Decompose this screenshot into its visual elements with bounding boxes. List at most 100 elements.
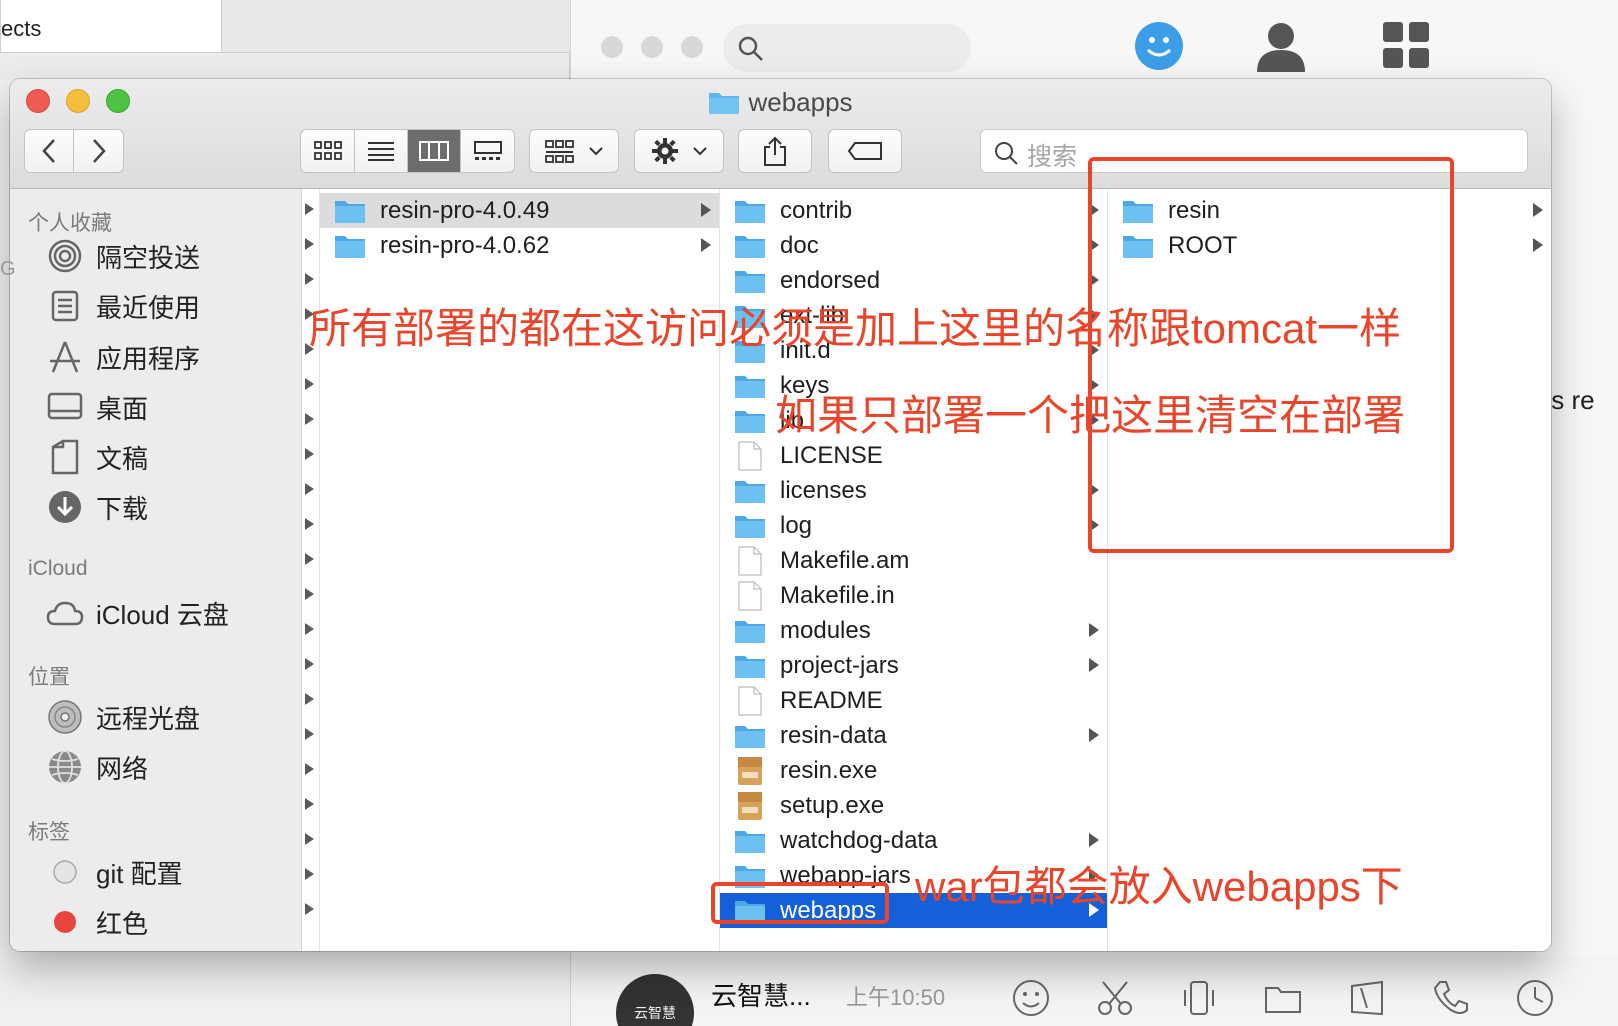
folder-icon — [734, 722, 766, 750]
col2-row-resin-exe[interactable]: resin.exe — [720, 753, 1107, 788]
sidebar-item-downloads[interactable]: 下载 — [46, 488, 148, 526]
view-switcher — [300, 129, 515, 173]
col2-row-licenses[interactable]: licenses — [720, 473, 1107, 508]
sidebar-item-tag-red[interactable]: 红色 — [46, 903, 148, 941]
folder-icon — [734, 232, 766, 260]
disclosure-arrow-icon — [305, 483, 314, 495]
icloud-header: iCloud — [28, 557, 88, 580]
annotation-note-1: 所有部署的都在这访问必须是加上这里的名称跟tomcat一样 — [309, 305, 1402, 352]
sidebar-item-desktop[interactable]: 桌面 — [46, 388, 148, 426]
favorites-header: 个人收藏 — [28, 212, 112, 235]
col2-row-makefile-am[interactable]: Makefile.am — [720, 543, 1107, 578]
screenshot-icon[interactable] — [1347, 978, 1387, 1018]
scissors-icon[interactable] — [1095, 978, 1135, 1018]
col2-row-setup-exe[interactable]: setup.exe — [720, 788, 1107, 823]
disclosure-arrow-icon — [305, 273, 314, 285]
disclosure-arrow-icon — [1533, 203, 1543, 217]
sidebar-item-label: 文稿 — [96, 443, 149, 474]
previous-column-edge — [302, 189, 320, 951]
background-tab-empty[interactable] — [222, 0, 570, 53]
chevron-down-icon — [693, 147, 707, 156]
icon-view-button[interactable] — [301, 130, 355, 172]
sidebar-item-label: 应用程序 — [96, 343, 201, 374]
emoji-icon[interactable] — [1011, 978, 1051, 1018]
tags-button[interactable] — [828, 129, 902, 173]
document-icon — [734, 580, 766, 611]
sidebar-item-label: 隔空投送 — [96, 242, 201, 273]
background-traffic-lights — [601, 36, 703, 58]
folder-icon[interactable] — [1263, 978, 1303, 1018]
nav-buttons — [24, 129, 124, 173]
column-versions: resin-pro-4.0.49 resin-pro-4.0.62 — [320, 189, 720, 951]
col1-row-resin-pro-4-0-49[interactable]: resin-pro-4.0.49 — [320, 193, 719, 228]
disclosure-arrow-icon — [1089, 658, 1099, 672]
col2-row-modules[interactable]: modules — [720, 613, 1107, 648]
clock-icon[interactable] — [1515, 978, 1555, 1018]
background-chat-list-row[interactable]: 云智慧 云智慧... 上午10:50 — [571, 956, 1618, 1026]
sidebar-item-documents[interactable]: 文稿 — [46, 438, 148, 476]
phone-icon[interactable] — [1431, 978, 1471, 1018]
file-name: resin-pro-4.0.62 — [380, 231, 550, 259]
col2-row-contrib[interactable]: contrib — [720, 193, 1107, 228]
sidebar-item-label: 红色 — [96, 908, 149, 939]
exe-file-icon — [734, 791, 766, 820]
col2-row-makefile-in[interactable]: Makefile.in — [720, 578, 1107, 613]
sidebar-item-network[interactable]: 网络 — [46, 748, 148, 786]
col2-row-endorsed[interactable]: endorsed — [720, 263, 1107, 298]
folder-icon — [734, 827, 766, 855]
group-icon — [545, 140, 574, 163]
share-icon — [764, 136, 786, 166]
col1-row-resin-pro-4-0-62[interactable]: resin-pro-4.0.62 — [320, 228, 719, 263]
sidebar-item-icloud-drive[interactable]: iCloud 云盘 — [46, 594, 229, 632]
sidebar-item-recents[interactable]: 最近使用 — [46, 287, 200, 325]
chevron-down-icon — [589, 147, 603, 156]
file-name: project-jars — [780, 651, 899, 679]
document-icon — [734, 685, 766, 716]
background-search-field[interactable] — [723, 24, 971, 72]
downloads-icon — [46, 488, 84, 526]
column-view-button[interactable] — [408, 130, 461, 172]
col2-row-watchdog-data[interactable]: watchdog-data — [720, 823, 1107, 858]
forward-button[interactable] — [74, 130, 124, 172]
disclosure-arrow-icon — [1089, 728, 1099, 742]
avatar: 云智慧 — [616, 974, 694, 1026]
shake-icon[interactable] — [1179, 978, 1219, 1018]
chat-bubble-icon[interactable] — [1131, 20, 1187, 74]
folder-icon — [734, 267, 766, 295]
locations-header: 位置 — [28, 666, 70, 689]
search-placeholder: 搜索 — [1027, 143, 1078, 171]
folder-icon — [734, 617, 766, 645]
col2-row-resin-data[interactable]: resin-data — [720, 718, 1107, 753]
share-button[interactable] — [738, 129, 812, 173]
gallery-view-button[interactable] — [461, 130, 514, 172]
background-tab[interactable]: ects — [0, 0, 222, 53]
col2-row-license[interactable]: LICENSE — [720, 438, 1107, 473]
network-icon — [46, 748, 84, 786]
col2-row-project-jars[interactable]: project-jars — [720, 648, 1107, 683]
folder-icon — [334, 197, 366, 225]
cloud-icon — [46, 594, 84, 632]
desktop-icon — [46, 388, 84, 426]
list-view-button[interactable] — [355, 130, 408, 172]
file-name: README — [780, 686, 883, 714]
col2-row-doc[interactable]: doc — [720, 228, 1107, 263]
action-menu-button[interactable] — [634, 129, 724, 173]
sidebar-item-label: iCloud 云盘 — [96, 599, 229, 630]
sidebar-item-airdrop[interactable]: 隔空投送 — [46, 237, 200, 275]
sidebar-item-applications[interactable]: 应用程序 — [46, 338, 200, 376]
sidebar: 个人收藏 隔空投送 最近使用 应用程序 桌面 文稿 下载 iCloud iClo… — [10, 189, 302, 951]
disclosure-arrow-icon — [305, 448, 314, 460]
tags-header: 标签 — [28, 821, 70, 844]
applications-icon — [46, 338, 84, 376]
back-button[interactable] — [24, 130, 74, 172]
group-button[interactable] — [529, 129, 619, 173]
contacts-icon[interactable] — [1255, 20, 1307, 74]
file-name: modules — [780, 616, 871, 644]
column-resin-contents: contrib doc endorsed ext-lib init.d keys lib LI… — [720, 189, 1108, 951]
sidebar-item-remote-disc[interactable]: 远程光盘 — [46, 698, 200, 736]
sidebar-item-tag-git[interactable]: git 配置 — [46, 853, 183, 891]
col2-row-readme[interactable]: README — [720, 683, 1107, 718]
col2-row-log[interactable]: log — [720, 508, 1107, 543]
apps-grid-icon[interactable] — [1381, 20, 1431, 70]
tag-dot-icon — [46, 853, 84, 891]
